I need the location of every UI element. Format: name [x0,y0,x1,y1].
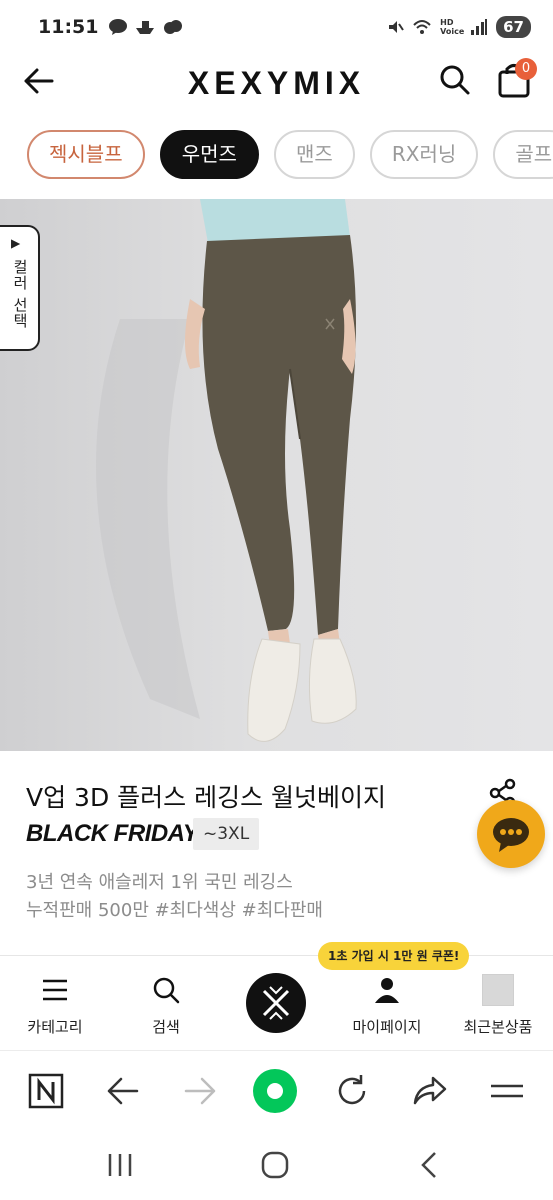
cloud-icon [164,20,183,34]
recent-apps-button[interactable] [103,1150,137,1180]
person-icon [375,978,399,1003]
share-arrow-icon [413,1076,447,1105]
color-select-label: 컬러 선택 [11,259,29,329]
chip-rx-running[interactable]: RX러닝 [369,130,479,179]
search-icon [153,977,180,1004]
naver-home-button[interactable] [24,1069,68,1113]
size-range-tag: ~3XL [193,818,260,850]
chevron-left-icon [421,1152,436,1178]
refresh-button[interactable] [330,1069,374,1113]
chip-womens[interactable]: 우먼즈 [159,130,259,179]
arrow-left-icon [107,1077,139,1105]
tab-category[interactable]: 카테고리 [0,974,110,1037]
refresh-icon [338,1075,366,1105]
arrow-right-icon [184,1077,216,1105]
menu-icon [491,1084,523,1098]
naver-n-icon [28,1073,64,1109]
browser-back-button[interactable] [101,1069,145,1113]
notification-icons [108,18,184,36]
app-header: XEXYMIX [0,54,553,110]
chip-mens[interactable]: 맨즈 [274,130,355,179]
browser-share-button[interactable] [407,1069,451,1113]
system-navigation-bar [0,1130,553,1200]
system-back-button[interactable] [413,1150,447,1180]
search-button[interactable] [438,63,472,97]
status-bar: 11:51 HD Voice 67 [0,0,553,54]
signup-coupon-badge[interactable]: 1초 가입 시 1만 원 쿠폰! [318,942,470,970]
product-title: V업 3D 플러스 레깅스 월넛베이지 [26,783,387,812]
chip-xexy-black-friday[interactable]: 젝시블프 [27,130,145,179]
promo-label: BLACK FRIDAY [26,820,199,847]
product-description-line1: 3년 연속 애슬레저 1위 국민 레깅스 [26,872,293,893]
browser-menu-button[interactable] [485,1069,529,1113]
tab-category-label: 카테고리 [27,1018,83,1036]
product-image[interactable] [0,199,553,751]
status-time: 11:51 [38,16,99,38]
cart-count-badge: 0 [515,58,537,80]
color-select-tab[interactable]: ▲ 컬러 선택 [0,225,40,351]
product-description-line2: 누적판매 500만 #최다색상 #최다판매 [26,900,323,921]
tab-mypage[interactable]: 마이페이지 [332,974,442,1037]
naver-green-dot-button[interactable] [253,1069,297,1113]
category-chips: 젝시블프 우먼즈 맨즈 RX러닝 골프 키즈 [0,130,553,182]
chat-bubble-icon [493,818,529,852]
battery-indicator: 67 [496,16,531,38]
browser-toolbar [0,1050,553,1130]
bottom-tab-bar: 1초 가입 시 1만 원 쿠폰! 카테고리 검색 마이페이지 최근본상품 [0,942,553,1050]
recent-product-thumbnail [482,974,514,1006]
brand-logo-icon [262,986,290,1020]
recent-apps-icon [108,1154,132,1176]
triangle-right-icon: ▲ [9,239,24,249]
chat-button[interactable] [477,800,545,868]
tab-recent-products[interactable]: 최근본상품 [443,974,553,1037]
tab-recent-label: 최근본상품 [463,1018,533,1036]
wifi-icon [413,20,431,34]
browser-forward-button[interactable] [178,1069,222,1113]
chip-golf[interactable]: 골프 [493,130,553,179]
tab-mypage-label: 마이페이지 [352,1018,422,1036]
network-label: HD Voice [440,18,465,36]
tab-search[interactable]: 검색 [111,974,221,1037]
tab-home-brand[interactable] [246,973,306,1033]
status-right: HD Voice 67 [386,16,531,38]
talk-icon [109,19,128,35]
tab-search-label: 검색 [152,1018,180,1036]
home-circle-icon [261,1151,289,1179]
boat-icon [136,21,155,34]
leggings-illustration [96,199,357,742]
signal-icon [471,19,488,35]
search-icon [440,65,470,95]
menu-icon [43,979,67,1001]
green-dot-icon [253,1069,297,1113]
home-button[interactable] [258,1150,292,1180]
mute-icon [389,21,404,33]
